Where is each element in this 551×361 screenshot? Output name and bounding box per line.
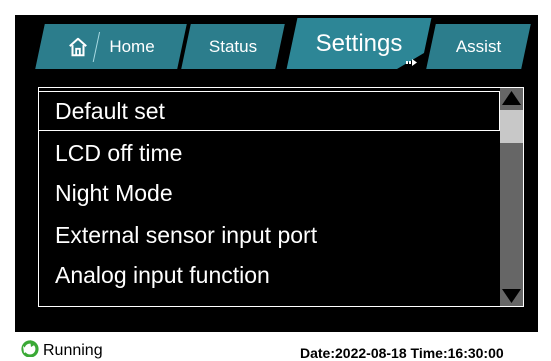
datetime: Date:2022-08-18 Time:16:30:00 xyxy=(300,345,504,361)
tab-status[interactable]: Status xyxy=(181,24,285,69)
scroll-thumb[interactable] xyxy=(500,110,523,143)
tab-settings-label: Settings xyxy=(315,29,403,57)
tab-home[interactable]: Home xyxy=(35,24,187,69)
date-label: Date: xyxy=(300,345,336,361)
menu-item-default-set[interactable]: Default set xyxy=(38,91,500,131)
tab-home-label: Home xyxy=(109,36,155,56)
date-value: 2022-08-18 xyxy=(335,345,407,361)
time-value: 16:30:00 xyxy=(447,345,504,361)
running-icon xyxy=(21,340,39,357)
tab-assist-label: Assist xyxy=(455,36,502,56)
screen: Home Status Settings Assist Default set … xyxy=(0,0,551,361)
time-label: Time: xyxy=(410,345,448,361)
arrow-right-icon xyxy=(397,53,424,69)
menu-item-lcd-off-time[interactable]: LCD off time xyxy=(38,133,500,173)
menu-item-analog-input-function[interactable]: Analog input function xyxy=(38,255,500,295)
tab-assist[interactable]: Assist xyxy=(426,24,531,69)
menu-item-external-sensor-input-port[interactable]: External sensor input port xyxy=(38,215,500,255)
status-label: Running xyxy=(43,342,103,359)
home-icon xyxy=(69,37,88,56)
scroll-down-icon[interactable] xyxy=(500,286,523,306)
scrollbar[interactable] xyxy=(500,88,523,306)
tab-status-label: Status xyxy=(208,36,258,56)
scroll-up-icon[interactable] xyxy=(500,88,523,108)
menu-item-night-mode[interactable]: Night Mode xyxy=(38,173,500,213)
